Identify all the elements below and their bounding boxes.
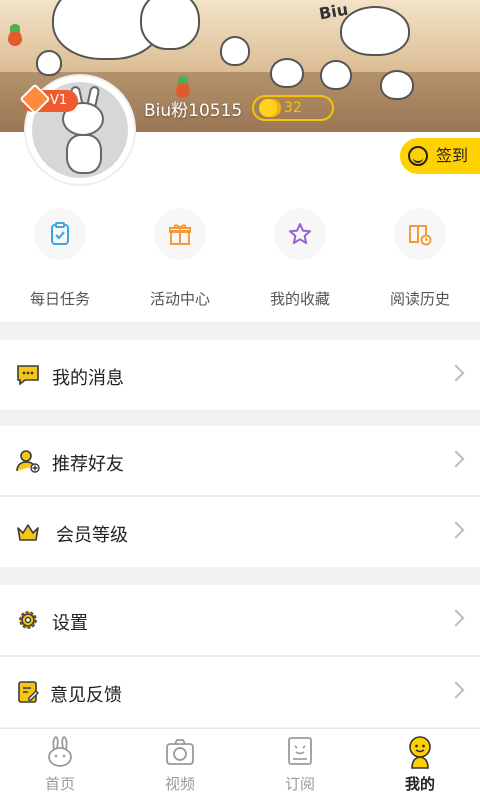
tab-subscribe[interactable]: 订阅: [240, 729, 360, 800]
tab-home[interactable]: 首页: [0, 729, 120, 800]
carrot-decoration: [8, 24, 22, 46]
bunny-home-icon: [48, 735, 72, 767]
bottom-tab-bar: 首页 视频 订阅 我的: [0, 728, 480, 800]
chevron-right-icon: [447, 521, 465, 539]
chevron-right-icon: [447, 364, 465, 382]
banner-bunny: [140, 0, 200, 50]
camera-icon: [166, 739, 194, 765]
menu-item-feedback[interactable]: 意见反馈: [0, 657, 480, 727]
menu-item-settings[interactable]: 设置: [0, 585, 480, 655]
level-text: V1: [50, 93, 68, 108]
menu-label: 意见反馈: [50, 685, 122, 706]
action-daily-tasks[interactable]: 每日任务: [0, 200, 120, 322]
smile-icon: [408, 146, 428, 166]
banner-bunny: [320, 60, 352, 90]
book-clock-icon: [409, 225, 432, 246]
message-icon: [17, 365, 39, 386]
menu-label: 我的消息: [52, 368, 124, 389]
subscribe-icon: [288, 737, 312, 765]
star-icon: [289, 223, 311, 244]
me-icon: [409, 736, 431, 769]
menu-label: 会员等级: [56, 525, 128, 546]
tab-me[interactable]: 我的: [360, 729, 480, 800]
quick-actions: 每日任务 活动中心 我的收藏 阅读历史: [0, 200, 480, 322]
chevron-right-icon: [447, 681, 465, 699]
crown-icon: [17, 524, 39, 541]
gear-icon: [19, 611, 37, 629]
banner-bunny: [270, 58, 304, 88]
gift-icon: [169, 224, 191, 245]
action-label: 每日任务: [29, 290, 90, 308]
banner-bunny: [36, 50, 62, 76]
chevron-right-icon: [447, 450, 465, 468]
coin-icon: [259, 99, 277, 117]
action-label: 我的收藏: [269, 290, 330, 308]
checkin-label: 签到: [436, 146, 469, 165]
menu-label: 设置: [52, 613, 88, 634]
menu-item-messages[interactable]: 我的消息: [0, 340, 480, 410]
coin-count: 32: [284, 100, 302, 116]
coin-balance[interactable]: 32: [252, 95, 334, 121]
tab-video[interactable]: 视频: [120, 729, 240, 800]
tab-label: 订阅: [284, 775, 315, 793]
username: Biu粉10515: [144, 101, 243, 121]
menu-item-member-level[interactable]: 会员等级: [0, 497, 480, 567]
feedback-icon: [18, 681, 39, 703]
action-my-favorites[interactable]: 我的收藏: [240, 200, 360, 322]
action-activity-center[interactable]: 活动中心: [120, 200, 240, 322]
tab-label: 视频: [164, 775, 195, 793]
profile-header: Biu V1 Biu粉10515 32 签到: [0, 0, 480, 200]
tab-label: 首页: [44, 775, 75, 793]
checkin-button[interactable]: 签到: [400, 138, 480, 174]
clipboard-check-icon: [51, 222, 69, 245]
menu-label: 推荐好友: [52, 454, 124, 475]
level-badge: V1: [19, 83, 78, 115]
tab-label: 我的: [404, 775, 435, 793]
action-label: 活动中心: [149, 290, 210, 308]
chevron-right-icon: [447, 609, 465, 627]
banner-bunny: [340, 6, 410, 56]
menu-item-recommend-friends[interactable]: 推荐好友: [0, 426, 480, 496]
action-reading-history[interactable]: 阅读历史: [360, 200, 480, 322]
banner-bunny: [220, 36, 250, 66]
add-friend-icon: [16, 450, 40, 473]
banner-bunny: [380, 70, 414, 100]
action-label: 阅读历史: [389, 290, 450, 308]
